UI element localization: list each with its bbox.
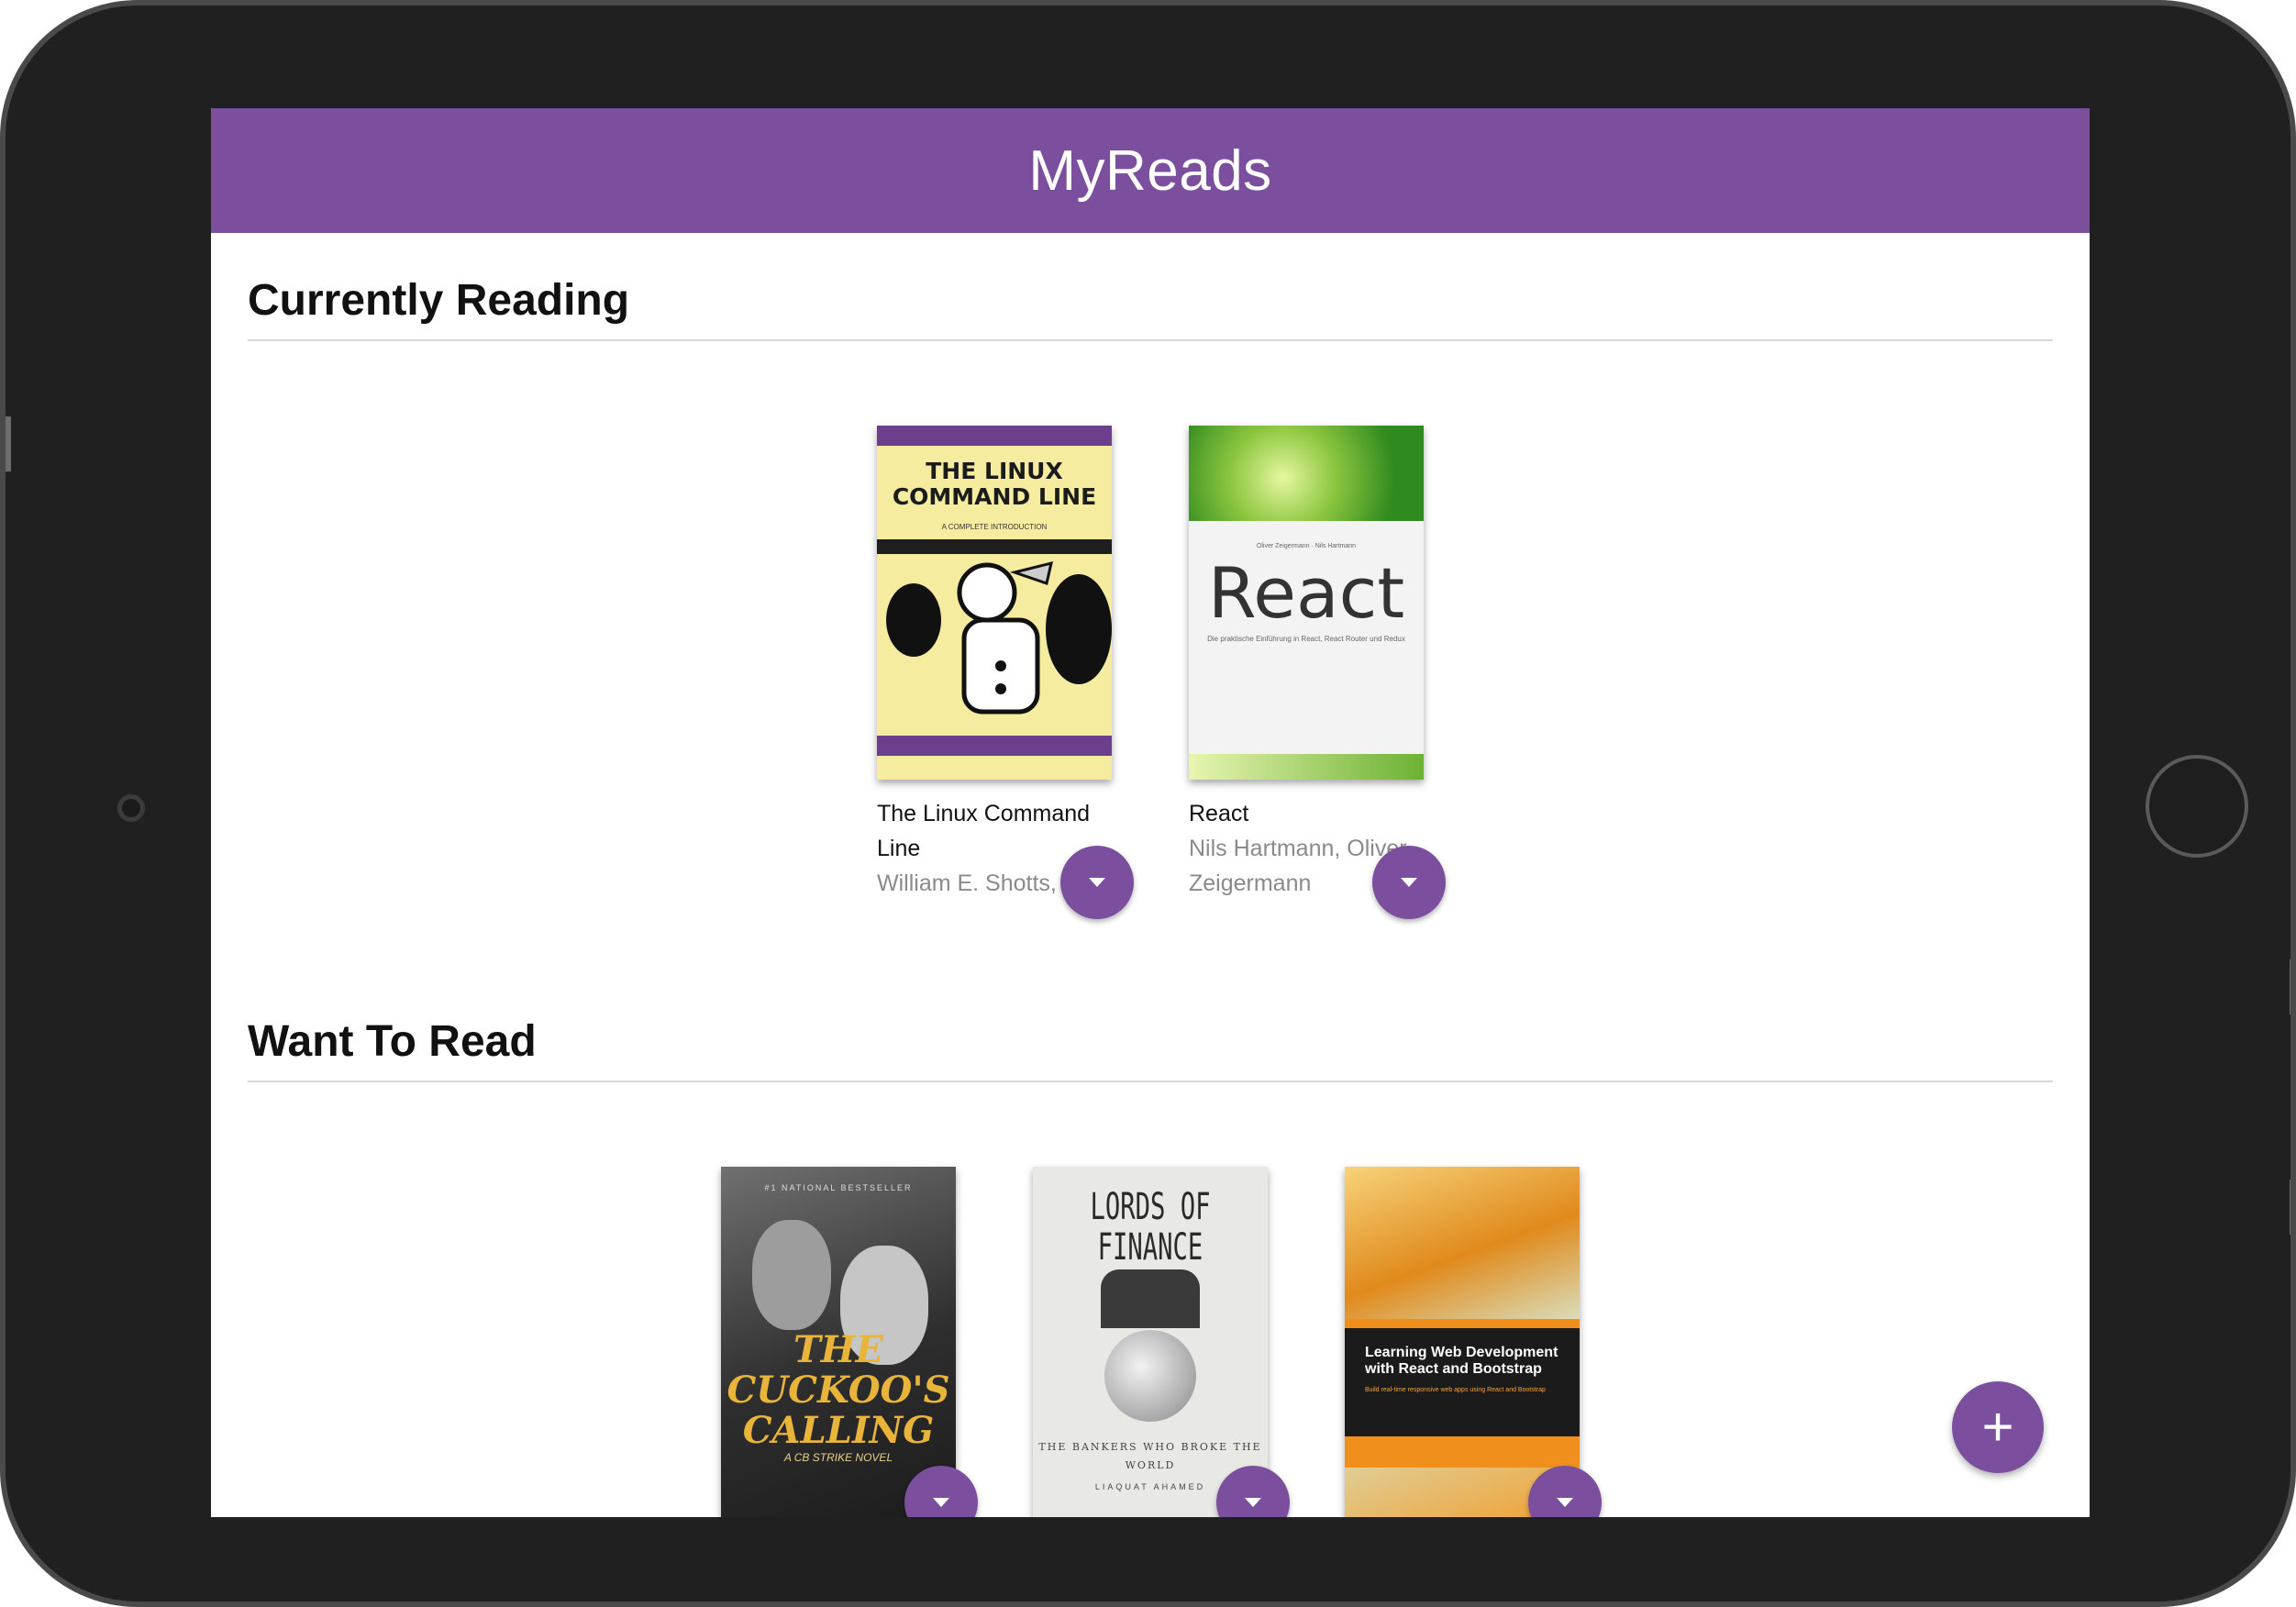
book-item: THE LINUX COMMAND LINE A COMPLETE INTROD…	[877, 426, 1134, 919]
cover-main-text: React	[1207, 552, 1405, 634]
chevron-down-icon	[1245, 1498, 1261, 1507]
globe-icon	[1104, 1330, 1196, 1422]
book-cover[interactable]: LORDS OF FINANCE THE BANKERS WHO BROKE T…	[1033, 1167, 1268, 1517]
cover-bankers-illustration	[1101, 1269, 1200, 1328]
add-book-button[interactable]: +	[1952, 1381, 2044, 1473]
book-item: Learning Web Development with React and …	[1345, 1167, 1602, 1517]
book-cover[interactable]: Learning Web Development with React and …	[1345, 1167, 1580, 1517]
book-item: #1 NATIONAL BESTSELLER THE CUCKOO'S CALL…	[721, 1167, 978, 1517]
app-header: MyReads	[211, 108, 2090, 233]
cover-main-text: THE CUCKOO'S CALLING	[727, 1328, 950, 1452]
cover-green-top	[1189, 426, 1424, 521]
book-item: Oliver Zeigermann · Nils Hartmann React …	[1189, 426, 1446, 919]
shelf-title: Currently Reading	[248, 273, 2053, 341]
book-cover[interactable]: #1 NATIONAL BESTSELLER THE CUCKOO'S CALL…	[721, 1167, 956, 1517]
robot-illustration-icon	[877, 556, 1112, 736]
chevron-down-icon	[1401, 878, 1417, 887]
shelf-currently-reading: Currently Reading THE LINUX COMMAND LINE…	[248, 273, 2053, 919]
shelf-want-to-read: Want To Read #1 NATIONAL BESTSELLER THE …	[248, 1014, 2053, 1517]
cover-authors-text: Oliver Zeigermann · Nils Hartmann	[1256, 543, 1357, 549]
book-cover[interactable]: Oliver Zeigermann · Nils Hartmann React …	[1189, 426, 1424, 780]
book-title: React	[1189, 801, 1249, 826]
book-grid: THE LINUX COMMAND LINE A COMPLETE INTROD…	[248, 426, 2053, 919]
cover-orange-bar	[1345, 1319, 1580, 1328]
chevron-down-icon	[933, 1498, 949, 1507]
device-side-button-right-2	[2290, 1180, 2296, 1235]
app-title: MyReads	[1028, 139, 1272, 203]
cover-top-text: #1 NATIONAL BESTSELLER	[764, 1183, 913, 1192]
cover-sub-text: A CB STRIKE NOVEL	[783, 1451, 893, 1464]
cover-sub-text: Build real-time responsive web apps usin…	[1365, 1387, 1546, 1393]
home-button[interactable]	[2146, 755, 2248, 858]
chevron-down-icon	[1089, 878, 1105, 887]
device-side-button-right-1	[2290, 959, 2296, 1014]
app-screen: MyReads Currently Reading THE LINUX COMM…	[211, 108, 2090, 1517]
cover-portrait-man	[752, 1220, 831, 1330]
cover-green-bottom	[1189, 754, 1424, 780]
cover-main-text: THE LINUX COMMAND LINE	[892, 458, 1097, 510]
cover-orange-footer	[1345, 1436, 1580, 1468]
book-cover[interactable]: THE LINUX COMMAND LINE A COMPLETE INTROD…	[877, 426, 1112, 780]
shelf-changer-button[interactable]	[1060, 846, 1134, 919]
tablet-device-frame: MyReads Currently Reading THE LINUX COMM…	[0, 0, 2296, 1607]
cover-sub-text: Die praktische Einführung in React, Reac…	[1207, 635, 1405, 643]
front-camera	[117, 794, 145, 822]
cover-dark-band	[877, 539, 1112, 554]
plus-icon: +	[1981, 1396, 2014, 1457]
cover-main-text: LORDS OF FINANCE	[1090, 1186, 1211, 1269]
device-side-button-top	[6, 416, 11, 471]
shelf-changer-button[interactable]	[1372, 846, 1446, 919]
cover-bottom-band	[877, 736, 1112, 756]
cover-top-band	[877, 426, 1112, 446]
cover-sub-text: A COMPLETE INTRODUCTION	[941, 523, 1048, 531]
cover-main-text: Learning Web Development with React and …	[1365, 1345, 1558, 1377]
shelf-title: Want To Read	[248, 1014, 2053, 1082]
book-item: LORDS OF FINANCE THE BANKERS WHO BROKE T…	[1033, 1167, 1290, 1517]
chevron-down-icon	[1557, 1498, 1573, 1507]
book-grid: #1 NATIONAL BESTSELLER THE CUCKOO'S CALL…	[248, 1167, 2053, 1517]
cover-sub-text: THE BANKERS WHO BROKE THE WORLD	[1038, 1441, 1262, 1471]
